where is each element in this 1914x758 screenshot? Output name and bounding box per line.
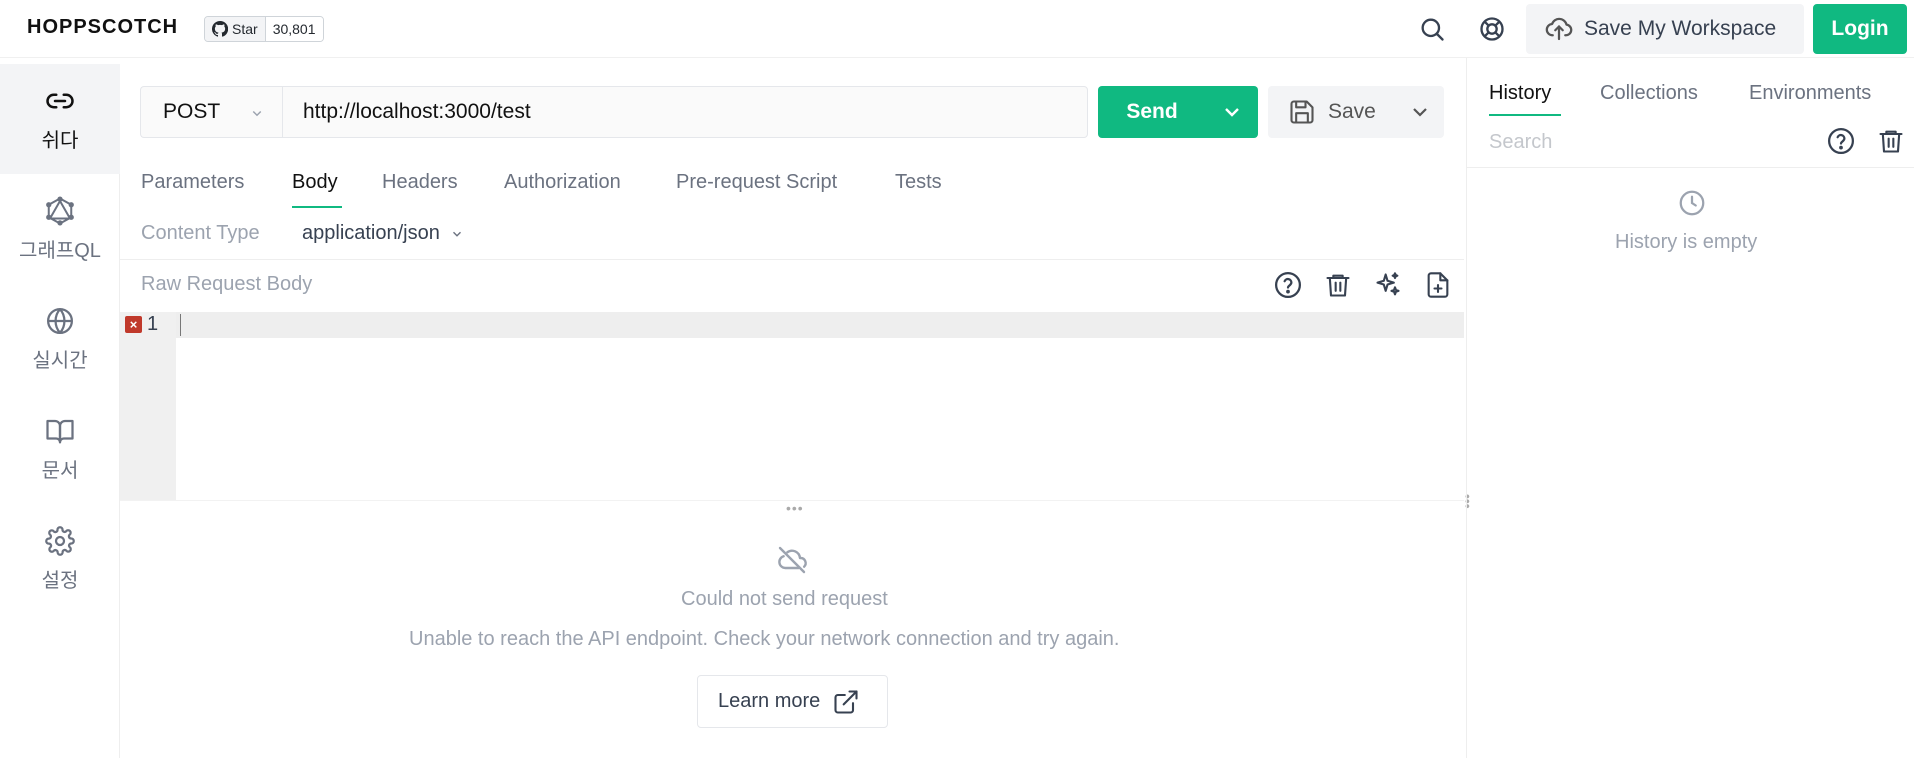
- url-input[interactable]: http://localhost:3000/test: [282, 86, 1088, 138]
- gear-icon: [45, 525, 75, 556]
- active-tab-indicator: [1489, 114, 1561, 116]
- chevron-down-icon: [252, 110, 262, 117]
- tab-collections[interactable]: Collections: [1600, 82, 1698, 105]
- chevron-down-icon[interactable]: [1220, 100, 1244, 124]
- help-icon[interactable]: [1271, 268, 1305, 302]
- error-marker-icon: ×: [125, 316, 142, 333]
- tab-parameters[interactable]: Parameters: [141, 171, 244, 194]
- file-plus-icon[interactable]: [1421, 268, 1455, 302]
- url-value: http://localhost:3000/test: [303, 100, 531, 123]
- horizontal-resize-handle[interactable]: •••: [786, 500, 804, 516]
- save-workspace-label: Save My Workspace: [1584, 17, 1777, 40]
- trash-icon[interactable]: [1874, 124, 1908, 158]
- sidebar-item-label: 그래프QL: [19, 239, 101, 262]
- tab-environments[interactable]: Environments: [1749, 82, 1871, 105]
- trash-icon[interactable]: [1321, 268, 1355, 302]
- right-panel: [1466, 58, 1914, 758]
- tab-body[interactable]: Body: [292, 171, 338, 194]
- sidebar-item-label: 실시간: [32, 349, 88, 372]
- response-error-description: Unable to reach the API endpoint. Check …: [409, 628, 1120, 650]
- sidebar-item-label: 문서: [41, 459, 79, 482]
- editor-active-line[interactable]: [176, 312, 1464, 338]
- globe-icon: [47, 307, 73, 334]
- link-icon: [46, 93, 74, 108]
- chevron-down-icon: [452, 231, 461, 237]
- response-error-title: Could not send request: [681, 588, 888, 610]
- book-icon: [46, 419, 74, 443]
- method-select[interactable]: POST: [140, 86, 282, 138]
- content-type-label: Content Type: [141, 222, 260, 244]
- external-link-icon: [834, 689, 858, 714]
- top-header: HOPPSCOTCH Star 30,801 Save My Workspace…: [0, 0, 1914, 58]
- github-star-label: Star: [232, 21, 258, 37]
- sidebar-item-label: 설정: [41, 569, 79, 592]
- github-star-count: 30,801: [265, 17, 323, 41]
- sidebar-item-label: 쉬다: [41, 129, 79, 152]
- method-value: POST: [163, 100, 221, 123]
- save-icon: [1290, 100, 1314, 124]
- cloud-off-icon: [776, 544, 808, 582]
- tab-pre-request-script[interactable]: Pre-request Script: [676, 171, 837, 194]
- sidebar-item-rest[interactable]: 쉬다: [0, 64, 120, 174]
- content-type-value: application/json: [302, 222, 440, 244]
- chevron-down-icon[interactable]: [1408, 100, 1432, 124]
- tab-authorization[interactable]: Authorization: [504, 171, 621, 194]
- help-lifebuoy-icon[interactable]: [1474, 11, 1510, 47]
- tab-tests[interactable]: Tests: [895, 171, 942, 194]
- save-workspace-button[interactable]: Save My Workspace: [1526, 4, 1804, 54]
- help-icon[interactable]: [1824, 124, 1858, 158]
- github-star-left: Star: [205, 17, 266, 41]
- save-button[interactable]: Save: [1268, 86, 1444, 138]
- sidebar-item-docs[interactable]: 문서: [0, 394, 120, 504]
- divider: [120, 259, 1464, 260]
- learn-more-label: Learn more: [718, 690, 821, 712]
- editor-caret: [180, 314, 181, 336]
- github-icon: [212, 21, 228, 37]
- clock-icon: [1677, 188, 1707, 224]
- active-tab-indicator: [292, 206, 342, 208]
- save-label: Save: [1328, 100, 1376, 123]
- brand-logo[interactable]: HOPPSCOTCH: [27, 16, 178, 39]
- login-button[interactable]: Login: [1813, 4, 1907, 54]
- search-icon[interactable]: [1414, 11, 1450, 47]
- sidebar-item-graphql[interactable]: 그래프QL: [0, 174, 120, 284]
- sidebar-item-realtime[interactable]: 실시간: [0, 284, 120, 394]
- tab-headers[interactable]: Headers: [382, 171, 458, 194]
- sparkle-icon[interactable]: [1371, 268, 1405, 302]
- tab-history[interactable]: History: [1489, 82, 1551, 105]
- sidebar-item-settings[interactable]: 설정: [0, 504, 120, 614]
- history-search-input[interactable]: Search: [1489, 131, 1552, 154]
- raw-request-body-label: Raw Request Body: [141, 273, 313, 295]
- divider: [1466, 167, 1914, 168]
- send-button[interactable]: Send: [1098, 86, 1258, 138]
- sidebar: 쉬다 그래프QL 실시간 문서 설정: [0, 64, 120, 758]
- send-label: Send: [1126, 100, 1178, 123]
- history-empty-text: History is empty: [1615, 231, 1758, 253]
- graphql-icon: [46, 196, 74, 226]
- editor-gutter: [120, 312, 176, 500]
- learn-more-button[interactable]: Learn more: [697, 675, 888, 728]
- content-type-select[interactable]: application/json: [302, 222, 464, 245]
- cloud-upload-icon: [1545, 17, 1573, 41]
- github-star-button[interactable]: Star 30,801: [204, 16, 324, 42]
- line-number: 1: [147, 313, 159, 335]
